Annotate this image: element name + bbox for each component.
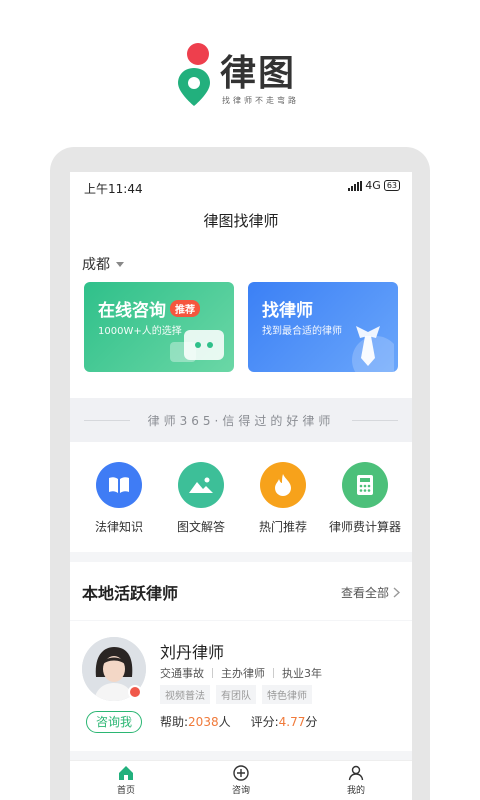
lawyer-name: 刘丹律师 — [160, 643, 225, 662]
brand-slogan: 找律师不走弯路 — [222, 96, 299, 105]
tab-mine[interactable]: 我的 — [316, 765, 396, 796]
quick-link-image-answers[interactable]: 图文解答 — [160, 462, 242, 535]
active-lawyers-header: 本地活跃律师 查看全部 — [70, 562, 412, 620]
tab-label: 咨询 — [231, 786, 250, 796]
lawyer-info: 交通事故 主办律师 执业3年 — [160, 665, 322, 681]
online-consult-tile[interactable]: 在线咨询 推荐 1000W+人的选择 — [84, 282, 234, 372]
tab-label: 首页 — [116, 786, 135, 796]
lawyer-stats: 帮助:2038人 评分:4.77分 — [160, 713, 317, 730]
video-badge-icon — [128, 685, 142, 699]
help-stat: 帮助:2038人 — [160, 713, 231, 730]
find-lawyer-subtitle: 找到最合适的律师 — [262, 326, 342, 337]
network-type: 4G — [365, 179, 381, 192]
quick-link-label: 图文解答 — [176, 520, 225, 534]
signal-icon — [348, 180, 363, 191]
rating-value: 4.77 — [278, 715, 306, 729]
quick-link-label: 法律知识 — [94, 520, 143, 534]
quick-link-legal-knowledge[interactable]: 法律知识 — [78, 462, 160, 535]
tab-consult[interactable]: 咨询 — [201, 765, 281, 796]
lawyer-tag: 有团队 — [216, 685, 256, 704]
status-time: 上午11:44 — [84, 182, 143, 196]
quick-link-label: 热门推荐 — [258, 520, 307, 534]
online-consult-title-row: 在线咨询 推荐 — [98, 296, 200, 321]
chat-bubbles-icon — [170, 330, 224, 362]
rating-stat: 评分:4.77分 — [251, 713, 318, 730]
image-icon — [178, 462, 224, 508]
help-label: 帮助: — [160, 715, 189, 729]
chevron-right-icon — [393, 587, 400, 598]
rating-unit: 分 — [305, 715, 318, 729]
lawyer-role: 主办律师 — [221, 667, 265, 680]
tab-home[interactable]: 首页 — [86, 765, 166, 796]
section-title: 本地活跃律师 — [82, 584, 179, 603]
find-lawyer-tile[interactable]: 找律师 找到最合适的律师 — [248, 282, 398, 372]
phone-screen: 上午11:44 4G 63 律图找律师 成都 在线咨询 推荐 1000W+人的选 — [70, 172, 412, 800]
lawyer-card[interactable]: 咨询我 刘丹律师 交通事故 主办律师 执业3年 视频普法 有团队 特色律师 帮助… — [70, 621, 412, 751]
bottom-tab-bar: 首页 咨询 我的 — [70, 760, 412, 800]
lawyer-tag: 视频普法 — [160, 685, 210, 704]
book-icon — [96, 462, 142, 508]
location-pin-logo-icon — [178, 43, 210, 106]
calculator-icon — [342, 462, 388, 508]
quick-link-hot-recommend[interactable]: 热门推荐 — [242, 462, 324, 535]
divider — [352, 420, 398, 421]
lawyer-experience: 执业3年 — [282, 667, 322, 680]
plus-circle-icon — [233, 765, 249, 781]
quick-link-label: 律师费计算器 — [328, 520, 401, 534]
status-right: 4G 63 — [348, 179, 400, 192]
quick-links: 法律知识 图文解答 热门推荐 律师费计算器 — [70, 442, 412, 552]
quick-link-fee-calculator[interactable]: 律师费计算器 — [324, 462, 406, 535]
fire-icon — [260, 462, 306, 508]
rating-label: 评分: — [250, 715, 279, 729]
status-bar: 上午11:44 4G 63 — [70, 172, 412, 202]
view-all-link[interactable]: 查看全部 — [341, 584, 400, 601]
battery-icon: 63 — [383, 180, 400, 191]
chevron-down-icon — [116, 261, 124, 267]
tab-label: 我的 — [346, 786, 365, 796]
recommend-badge: 推荐 — [170, 300, 200, 317]
consult-me-button[interactable]: 咨询我 — [86, 711, 142, 733]
home-icon — [119, 766, 133, 780]
online-consult-title: 在线咨询 — [98, 301, 166, 321]
user-icon — [348, 765, 364, 781]
city-label: 成都 — [82, 257, 110, 273]
brand-title: 律图 — [220, 53, 297, 94]
lawyer-tag: 特色律师 — [262, 685, 312, 704]
lawyer-field: 交通事故 — [160, 667, 204, 680]
screenshot-page: 律图 找律师不走弯路 上午11:44 4G 63 律图找律师 成都 在线咨询 推… — [0, 0, 480, 800]
brand-logo: 律图 找律师不走弯路 — [172, 40, 312, 110]
top-card: 成都 在线咨询 推荐 1000W+人的选择 找律师 找到最合适的律师 — [70, 240, 412, 398]
city-selector[interactable]: 成都 — [82, 254, 124, 274]
lawyer-tags: 视频普法 有团队 特色律师 — [160, 685, 312, 704]
help-unit: 人 — [218, 715, 231, 729]
divider — [212, 668, 213, 678]
help-count: 2038 — [188, 715, 219, 729]
divider — [273, 668, 274, 678]
view-all-label: 查看全部 — [340, 586, 389, 600]
slogan-bar: 律师365·信得过的好律师 — [70, 398, 412, 442]
tie-icon — [352, 326, 394, 372]
find-lawyer-title: 找律师 — [262, 301, 313, 321]
nav-title: 律图找律师 — [70, 202, 412, 240]
